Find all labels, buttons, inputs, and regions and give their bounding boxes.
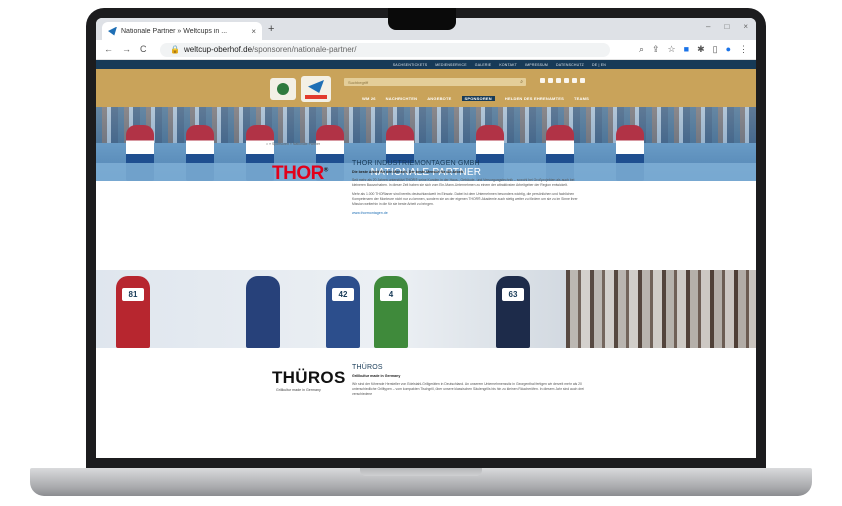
menu-item-teams[interactable]: TEAMS <box>574 96 589 101</box>
partner-subtitle: Die beste Arbeit für den Mensch. Der bes… <box>352 170 464 174</box>
menu-item-sponsoren[interactable]: SPONSOREN <box>461 96 495 101</box>
oberhof-logo[interactable] <box>270 78 296 100</box>
topbar-link[interactable]: GALERIE <box>475 63 492 67</box>
zoom-icon[interactable]: ⌕ <box>639 44 644 55</box>
tab-close-icon[interactable]: × <box>251 27 256 36</box>
thuros-logo[interactable]: THÜROS <box>272 368 346 388</box>
main-menu: WM 26 NACHRICHTEN ANGEBOTE SPONSOREN HEL… <box>362 96 589 101</box>
extension-icon[interactable]: ■ <box>684 44 689 55</box>
new-tab-button[interactable]: + <box>268 23 274 35</box>
youtube-icon[interactable] <box>572 78 577 83</box>
topbar-link[interactable]: IMPRESSUM <box>525 63 548 67</box>
partner-website-link[interactable]: www.thormontagen.de <box>352 211 587 215</box>
menu-item-angebote[interactable]: ANGEBOTE <box>427 96 451 101</box>
skier: 42 <box>326 276 360 348</box>
url-host: weltcup-oberhof.de <box>183 45 253 54</box>
maximize-icon[interactable]: □ <box>724 22 729 31</box>
share-icon[interactable]: ⇪ <box>652 44 660 55</box>
partner-subtitle: Grillkultur made in Germany <box>352 374 401 378</box>
bookmark-star-icon[interactable]: ☆ <box>668 44 676 55</box>
website: SACHSENTICKETS MEDIENSERVICE GALERIE KON… <box>96 60 756 458</box>
reload-icon[interactable]: C <box>140 44 147 54</box>
favicon-icon <box>108 26 117 36</box>
back-icon[interactable]: ← <box>104 44 113 54</box>
menu-item-helden[interactable]: HELDEN DES EHRENAMTES <box>505 96 564 101</box>
partner-title: THOR INDUSTRIEMONTAGEN GMBH <box>352 160 480 167</box>
twitter-icon[interactable] <box>548 78 553 83</box>
skier: 81 <box>116 276 150 348</box>
social-icons <box>540 78 585 83</box>
partner-description: Wir sind der führende Hersteller von Ede… <box>352 382 584 396</box>
partner-title: THÜROS <box>352 364 383 371</box>
close-window-icon[interactable]: × <box>743 22 748 31</box>
partner-description: Seit mehr als 20 Jahren unterstützt THOR… <box>352 178 575 187</box>
search-icon[interactable]: ⌕ <box>520 79 523 85</box>
skier: 4 <box>374 276 408 348</box>
flickr-icon[interactable] <box>580 78 585 83</box>
site-search-input[interactable]: Suchbegriff ⌕ <box>344 78 526 86</box>
topbar-link[interactable]: SACHSENTICKETS <box>393 63 428 67</box>
laptop-frame: Nationale Partner » Weltcups in ... × + … <box>0 0 842 506</box>
toolbar: ← → C 🔒 weltcup-oberhof.de/sponsoren/nati… <box>96 40 756 60</box>
skiers-image: 81 42 4 63 <box>96 270 756 348</box>
lock-icon: 🔒 <box>170 45 180 54</box>
menu-dots-icon[interactable]: ⋮ <box>739 44 748 55</box>
language-switch[interactable]: DE | EN <box>592 63 606 67</box>
minimize-icon[interactable]: – <box>706 22 710 31</box>
topbar-link[interactable]: KONTAKT <box>499 63 517 67</box>
breadcrumb[interactable]: ⌂ » Sponsoren » Nationale Partner <box>266 142 320 146</box>
topbar-link[interactable]: DATENSCHUTZ <box>556 63 584 67</box>
instagram-icon[interactable] <box>556 78 561 83</box>
tab-title: Nationale Partner » Weltcups in ... <box>121 27 228 35</box>
site-header: Suchbegriff ⌕ WM 26 NACHRICHTEN ANGEBOTE… <box>96 69 756 107</box>
laptop-opening-lip <box>360 468 482 476</box>
tab-nationale-partner[interactable]: Nationale Partner » Weltcups in ... × <box>102 22 262 40</box>
site-topbar: SACHSENTICKETS MEDIENSERVICE GALERIE KON… <box>96 60 756 69</box>
skier: 63 <box>496 276 530 348</box>
menu-item-wm26[interactable]: WM 26 <box>362 96 376 101</box>
weltcup-logo[interactable] <box>301 76 331 102</box>
profile-icon[interactable]: ● <box>726 44 731 55</box>
tiktok-icon[interactable] <box>564 78 569 83</box>
sidepanel-icon[interactable]: ▯ <box>713 44 718 55</box>
camera-notch <box>388 8 456 30</box>
thor-logo[interactable]: THOR® <box>272 163 328 185</box>
facebook-icon[interactable] <box>540 78 545 83</box>
menu-item-nachrichten[interactable]: NACHRICHTEN <box>386 96 418 101</box>
browser-window: Nationale Partner » Weltcups in ... × + … <box>96 18 756 458</box>
puzzle-icon[interactable]: ✱ <box>697 44 705 55</box>
partner-description: Mehr als 1.000 THORianer sind bereits de… <box>352 192 578 206</box>
forward-icon[interactable]: → <box>122 44 131 54</box>
topbar-link[interactable]: MEDIENSERVICE <box>435 63 467 67</box>
skier <box>246 276 280 348</box>
snowy-trees <box>566 270 756 348</box>
url-path: /sponsoren/nationale-partner/ <box>252 45 357 54</box>
thuros-tagline: Grillkultur made in Germany <box>276 388 321 392</box>
address-bar[interactable]: 🔒 weltcup-oberhof.de/sponsoren/nationale-… <box>160 43 610 57</box>
